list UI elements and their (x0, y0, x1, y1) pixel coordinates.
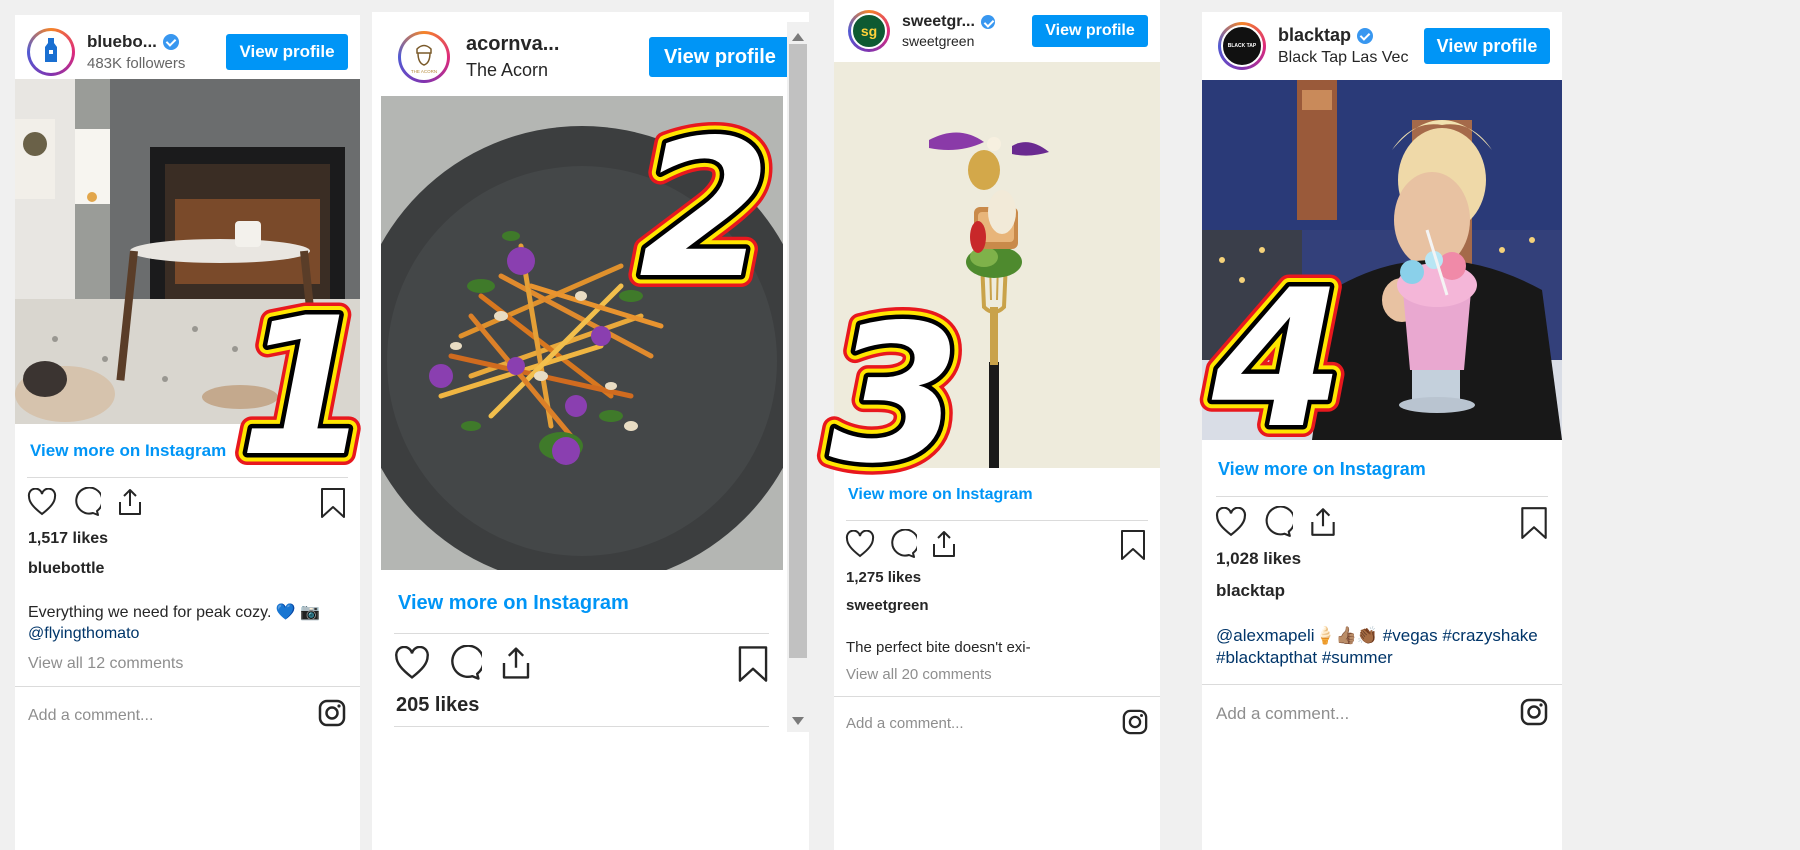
add-comment-input[interactable]: Add a comment... (28, 707, 153, 725)
comment-icon[interactable] (71, 487, 101, 517)
comment-icon[interactable] (887, 529, 917, 559)
verified-icon (1357, 27, 1374, 44)
avatar[interactable]: THE ACORN (398, 31, 450, 83)
username-text[interactable]: sweetgr... (902, 13, 975, 31)
like-count[interactable]: 1,517 likes (28, 530, 108, 548)
divider (846, 520, 1148, 521)
action-bar (1215, 506, 1339, 538)
like-count[interactable]: 1,275 likes (846, 569, 921, 586)
bookmark-icon[interactable] (1520, 506, 1548, 545)
post-photo-living-room[interactable] (15, 79, 360, 424)
divider (394, 633, 769, 634)
acorn-logo-text: THE ACORN (411, 69, 437, 74)
heart-icon[interactable] (27, 488, 57, 516)
post-author[interactable]: blacktap (1216, 581, 1285, 601)
post-card-1: bluebo... 483K followers View profile Vi… (15, 15, 360, 850)
scrollbar-thumb[interactable] (789, 44, 807, 658)
post-photo-milkshake[interactable] (1202, 80, 1562, 440)
bookmark-icon[interactable] (1120, 529, 1146, 566)
post-caption: Everything we need for peak cozy. 💙 📷 @f… (28, 603, 353, 645)
action-bar (27, 487, 145, 517)
blacktap-logo-text: BLACK TAP (1227, 43, 1257, 49)
view-profile-button[interactable]: View profile (226, 34, 348, 70)
post-caption: @alexmapeli🍦👍🏽👏🏾 #vegas #crazyshake #bla… (1216, 625, 1556, 669)
post-header: sg sweetgr... sweetgreen View profile (834, 8, 1160, 54)
heart-icon[interactable] (845, 530, 875, 558)
share-icon[interactable] (115, 487, 145, 517)
username[interactable]: acornva... (466, 33, 649, 56)
view-profile-button[interactable]: View profile (649, 37, 791, 77)
mention-link[interactable]: @flyingthomato (28, 625, 139, 642)
profile-name: Black Tap Las Vec (1278, 49, 1409, 66)
acorn-logo-icon: THE ACORN (411, 44, 437, 74)
caption-text: Everything we need for peak cozy. 💙 📷 (28, 604, 321, 621)
username-text[interactable]: bluebo... (87, 32, 157, 52)
instagram-logo-icon[interactable] (318, 699, 346, 732)
share-icon[interactable] (498, 645, 534, 681)
post-card-4: BLACK TAP blacktap Black Tap Las Vec Vie… (1202, 12, 1562, 850)
action-bar (394, 645, 534, 681)
share-icon[interactable] (1307, 506, 1339, 538)
post-header: THE ACORN acornva... The Acorn View prof… (372, 28, 809, 86)
divider (1202, 684, 1562, 685)
instagram-logo-icon[interactable] (1122, 709, 1148, 740)
divider (1216, 496, 1548, 497)
post-caption: The perfect bite doesn't exi- (846, 639, 1031, 656)
follower-count: 483K followers (87, 55, 186, 72)
bottle-logo-icon (40, 36, 62, 69)
post-photo-fork-bite[interactable] (834, 62, 1160, 468)
bookmark-icon[interactable] (320, 487, 346, 524)
mention-link[interactable]: @alexmapeli (1216, 626, 1315, 645)
divider (834, 696, 1160, 697)
like-count[interactable]: 205 likes (396, 694, 479, 717)
post-header: bluebo... 483K followers View profile (15, 27, 360, 77)
scroll-down-arrow-icon[interactable] (792, 712, 804, 730)
divider (27, 477, 348, 478)
view-comments-link[interactable]: View all 12 comments (28, 655, 183, 673)
view-more-link[interactable]: View more on Instagram (398, 592, 629, 615)
sweetgreen-logo-text: sg (860, 23, 878, 39)
post-header: BLACK TAP blacktap Black Tap Las Vec Vie… (1202, 20, 1562, 72)
post-card-2: THE ACORN acornva... The Acorn View prof… (372, 12, 809, 850)
username-text[interactable]: acornva... (466, 33, 559, 56)
avatar[interactable] (27, 28, 75, 76)
heart-icon[interactable] (394, 646, 430, 680)
caption-emoji: 🍦👍🏽👏🏾 (1314, 626, 1379, 645)
view-more-link[interactable]: View more on Instagram (1218, 459, 1426, 480)
share-icon[interactable] (929, 529, 959, 559)
post-photo-salad-bowl[interactable] (381, 96, 783, 570)
divider (15, 686, 360, 687)
username-text[interactable]: blacktap (1278, 25, 1351, 46)
comment-icon[interactable] (1261, 506, 1293, 538)
avatar[interactable]: BLACK TAP (1218, 22, 1266, 70)
verified-icon (980, 15, 995, 29)
instagram-logo-icon[interactable] (1520, 698, 1548, 731)
heart-icon[interactable] (1215, 507, 1247, 537)
divider (394, 726, 769, 727)
view-more-link[interactable]: View more on Instagram (30, 441, 226, 461)
add-comment-input[interactable]: Add a comment... (1216, 704, 1349, 724)
username[interactable]: blacktap (1278, 25, 1424, 46)
add-comment-input[interactable]: Add a comment... (846, 715, 964, 732)
scrollbar[interactable] (787, 22, 809, 732)
verified-icon (162, 34, 179, 50)
view-more-link[interactable]: View more on Instagram (848, 486, 1033, 504)
view-profile-button[interactable]: View profile (1424, 28, 1550, 64)
post-author[interactable]: bluebottle (28, 560, 104, 578)
bookmark-icon[interactable] (737, 645, 769, 688)
action-bar (845, 529, 959, 559)
username[interactable]: bluebo... (87, 32, 226, 52)
avatar[interactable]: sg (848, 10, 890, 52)
view-comments-link[interactable]: View all 20 comments (846, 666, 992, 683)
view-profile-button[interactable]: View profile (1032, 15, 1148, 47)
comment-icon[interactable] (446, 645, 482, 681)
post-card-3: sg sweetgr... sweetgreen View profile Vi… (834, 0, 1160, 850)
profile-name: sweetgreen (902, 33, 975, 49)
post-author[interactable]: sweetgreen (846, 597, 929, 614)
profile-name: The Acorn (466, 60, 549, 80)
like-count[interactable]: 1,028 likes (1216, 549, 1301, 569)
username[interactable]: sweetgr... (902, 13, 1032, 31)
